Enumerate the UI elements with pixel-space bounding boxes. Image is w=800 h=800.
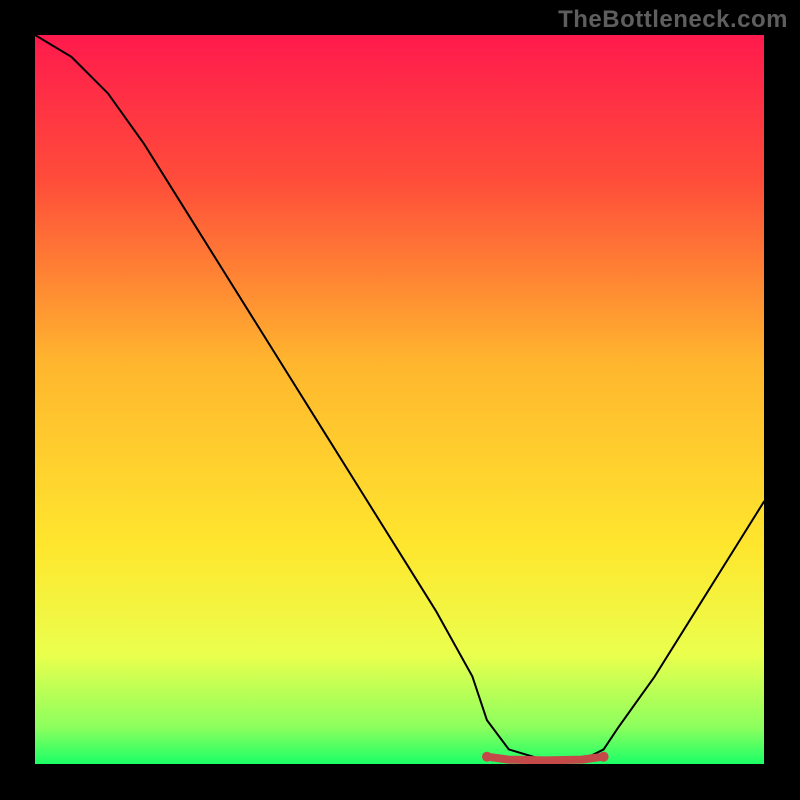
range-endpoint-dot: [482, 752, 492, 762]
bottleneck-chart: [0, 0, 800, 800]
optimal-range-marker: [487, 757, 604, 761]
range-endpoint-dot: [599, 752, 609, 762]
chart-root: TheBottleneck.com: [0, 0, 800, 800]
attribution-watermark: TheBottleneck.com: [558, 6, 788, 34]
